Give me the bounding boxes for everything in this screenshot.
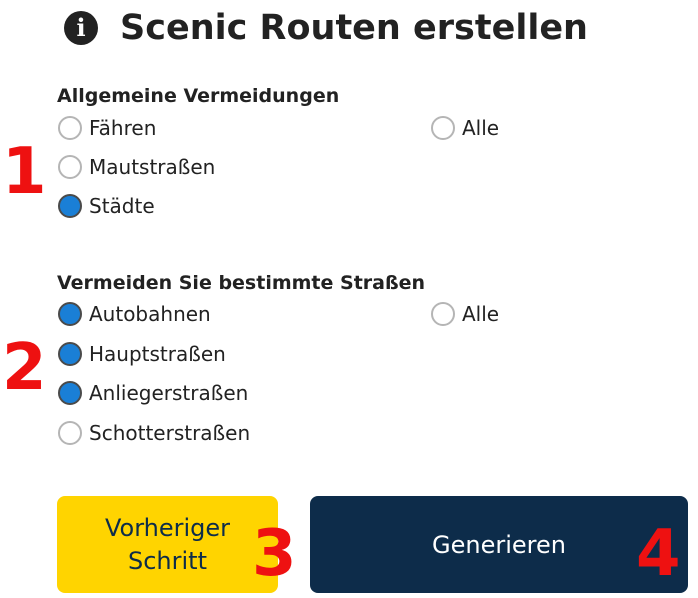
radio-label: Autobahnen	[89, 302, 211, 326]
radio-button-selected[interactable]	[58, 194, 82, 218]
annotation-marker-4: 4	[636, 517, 681, 591]
radio-option-main-roads[interactable]: Hauptstraßen	[58, 339, 226, 369]
generate-button-label: Generieren	[432, 530, 566, 559]
road-avoidances-heading: Vermeiden Sie bestimmte Straßen	[57, 272, 426, 294]
radio-label: Alle	[462, 302, 500, 326]
annotation-marker-2: 2	[2, 331, 47, 405]
radio-label: Anliegerstraßen	[89, 381, 249, 405]
radio-option-all-general[interactable]: Alle	[431, 113, 499, 143]
radio-option-toll-roads[interactable]: Mautstraßen	[58, 152, 215, 182]
radio-button-selected[interactable]	[58, 381, 82, 405]
radio-option-motorways[interactable]: Autobahnen	[58, 299, 211, 329]
radio-button[interactable]	[58, 116, 82, 140]
radio-button[interactable]	[431, 302, 455, 326]
general-avoidances-heading: Allgemeine Vermeidungen	[57, 85, 340, 107]
page-header: i Scenic Routen erstellen	[64, 4, 588, 52]
previous-step-button[interactable]: Vorheriger Schritt	[57, 496, 278, 593]
annotation-marker-1: 1	[2, 135, 47, 209]
page-title: Scenic Routen erstellen	[120, 8, 588, 48]
radio-option-all-roads[interactable]: Alle	[431, 299, 499, 329]
radio-option-cities[interactable]: Städte	[58, 191, 155, 221]
radio-label: Schotterstraßen	[89, 421, 251, 445]
radio-option-residential-roads[interactable]: Anliegerstraßen	[58, 378, 248, 408]
previous-step-label-line2: Schritt	[128, 546, 207, 575]
radio-label: Hauptstraßen	[89, 342, 226, 366]
radio-button[interactable]	[58, 155, 82, 179]
annotation-marker-3: 3	[252, 517, 297, 591]
generate-button[interactable]: Generieren	[310, 496, 688, 593]
radio-label: Mautstraßen	[89, 155, 216, 179]
radio-button[interactable]	[431, 116, 455, 140]
radio-option-gravel-roads[interactable]: Schotterstraßen	[58, 418, 250, 448]
radio-label: Fähren	[89, 116, 157, 140]
radio-label: Alle	[462, 116, 500, 140]
radio-button[interactable]	[58, 421, 82, 445]
radio-button-selected[interactable]	[58, 302, 82, 326]
radio-option-ferries[interactable]: Fähren	[58, 113, 156, 143]
info-icon: i	[64, 11, 98, 45]
radio-button-selected[interactable]	[58, 342, 82, 366]
radio-label: Städte	[89, 194, 155, 218]
previous-step-label-line1: Vorheriger	[104, 514, 231, 543]
